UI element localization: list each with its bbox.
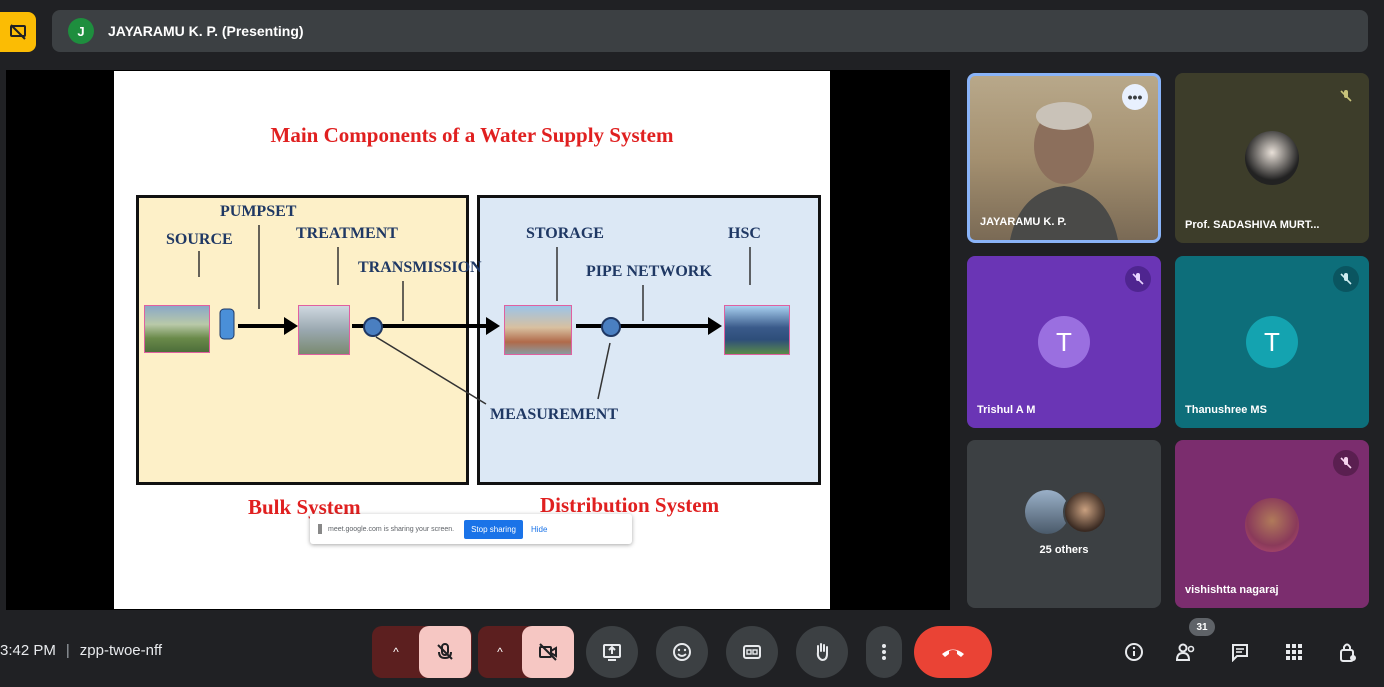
chevron-up-icon[interactable]: ^ [373, 645, 419, 659]
participant-tile[interactable]: vishishtta nagaraj [1175, 440, 1369, 608]
raise-hand-button[interactable] [796, 626, 848, 678]
people-button[interactable] [1172, 638, 1200, 666]
top-bar: J JAYARAMU K. P. (Presenting) [0, 0, 1384, 62]
treatment-image [298, 305, 350, 355]
chevron-up-icon[interactable]: ^ [478, 645, 522, 659]
captions-button[interactable] [726, 626, 778, 678]
microphone-toggle-button[interactable] [419, 626, 471, 678]
label-transmission: TRANSMISSION [358, 259, 482, 276]
presenter-avatar: J [68, 18, 94, 44]
label-source: SOURCE [166, 231, 233, 248]
participant-tile[interactable]: T Trishul A M [967, 256, 1161, 428]
camera-control-group: ^ [478, 626, 574, 678]
emoji-icon [673, 643, 691, 661]
participant-name: Prof. SADASHIVA MURT... [1185, 219, 1320, 231]
label-storage: STORAGE [526, 225, 604, 242]
avatar: T [1038, 316, 1090, 368]
screen-share-icon [10, 24, 26, 40]
clock-time: 3:42 PM [0, 642, 56, 659]
label-hsc: HSC [728, 225, 761, 242]
mic-off-icon [1125, 266, 1151, 292]
others-count-label: 25 others [1039, 544, 1089, 556]
more-vert-icon [882, 644, 886, 660]
presenter-label: JAYARAMU K. P. (Presenting) [108, 23, 304, 39]
storage-image [504, 305, 572, 355]
info-icon [1125, 643, 1143, 661]
presenting-indicator-button[interactable] [0, 12, 36, 52]
host-controls-button[interactable] [1334, 638, 1362, 666]
bottom-control-bar: 3:42 PM | zpp-twoe-nff ^ ^ [0, 618, 1384, 687]
emoji-reactions-button[interactable] [656, 626, 708, 678]
label-pumpset: PUMPSET [220, 203, 297, 220]
participant-count-badge: 31 [1189, 618, 1215, 636]
leave-call-button[interactable] [914, 626, 992, 678]
hand-icon [816, 643, 828, 662]
label-treatment: TREATMENT [296, 225, 398, 242]
participant-tile[interactable]: T Thanushree MS [1175, 256, 1369, 428]
avatar [1245, 498, 1299, 552]
divider: | [65, 642, 70, 659]
apps-grid-icon [1286, 644, 1302, 660]
participant-name: JAYARAMU K. P. [980, 216, 1067, 228]
captions-icon [743, 645, 761, 659]
chat-icon [1232, 644, 1248, 662]
more-options-button[interactable] [866, 626, 902, 678]
meeting-info: 3:42 PM | zpp-twoe-nff [0, 642, 162, 659]
camera-off-icon [539, 643, 557, 661]
lock-person-icon [1340, 643, 1356, 662]
participant-name: vishishtta nagaraj [1185, 584, 1279, 596]
activities-button[interactable] [1280, 638, 1308, 666]
meet-window: J JAYARAMU K. P. (Presenting) Main Compo… [0, 0, 1384, 687]
participant-tile[interactable]: Prof. SADASHIVA MURT... [1175, 73, 1369, 243]
mic-control-group: ^ [372, 626, 472, 678]
participant-name: Trishul A M [977, 404, 1036, 416]
mic-off-icon [437, 643, 453, 660]
camera-toggle-button[interactable] [522, 626, 574, 678]
mic-off-icon [1333, 450, 1359, 476]
meter-icon [363, 317, 383, 337]
mic-off-icon [1333, 83, 1359, 109]
stop-sharing-button[interactable]: Stop sharing [464, 519, 523, 539]
meeting-details-button[interactable] [1120, 638, 1148, 666]
shared-slide: Main Components of a Water Supply System [114, 71, 830, 609]
source-image [144, 305, 210, 353]
hsc-house-image [724, 305, 790, 355]
participant-name: Thanushree MS [1185, 404, 1267, 416]
present-screen-icon [603, 644, 621, 661]
label-measurement: MEASUREMENT [490, 406, 619, 423]
share-message: meet.google.com is sharing your screen. [328, 525, 455, 533]
hide-popup-button[interactable]: Hide [531, 525, 547, 534]
chat-button[interactable] [1226, 638, 1254, 666]
others-tile[interactable]: 25 others [967, 440, 1161, 608]
present-screen-button[interactable] [586, 626, 638, 678]
participant-tile[interactable]: ••• JAYARAMU K. P. [967, 73, 1161, 243]
label-pipe-network: PIPE NETWORK [586, 263, 712, 280]
people-icon [1175, 643, 1195, 661]
presenter-banner: J JAYARAMU K. P. (Presenting) [52, 10, 1368, 52]
meeting-code: zpp-twoe-nff [79, 642, 163, 659]
avatar: T [1246, 316, 1298, 368]
more-options-icon[interactable]: ••• [1122, 84, 1148, 110]
end-call-icon [942, 649, 964, 657]
meter-icon [601, 317, 621, 337]
mic-off-icon [1333, 266, 1359, 292]
avatar [1245, 131, 1299, 185]
avatar [1063, 490, 1107, 534]
pump-icon [219, 308, 235, 340]
drag-handle-icon[interactable] [318, 524, 322, 534]
screen-share-popup: meet.google.com is sharing your screen. … [310, 514, 632, 544]
